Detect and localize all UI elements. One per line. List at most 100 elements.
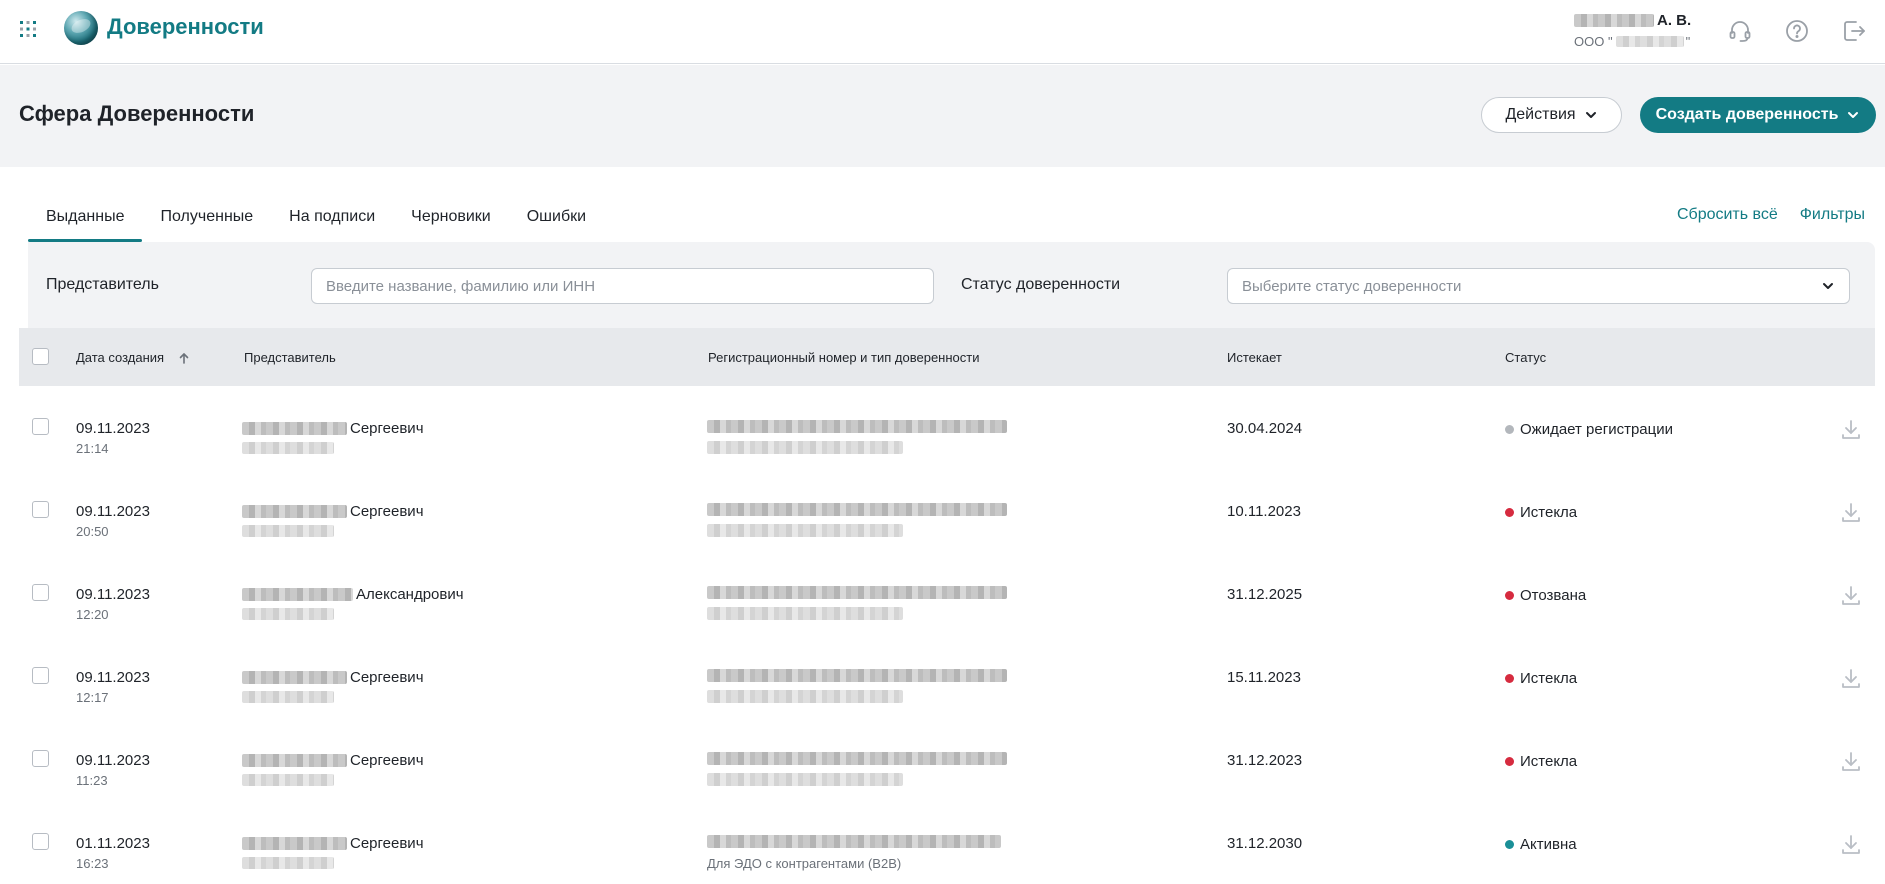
reg-type: Для ЭДО с контрагентами (B2B) bbox=[707, 856, 902, 871]
representative-inn-redacted bbox=[242, 525, 334, 537]
chevron-down-icon bbox=[1584, 108, 1598, 122]
created-time: 21:14 bbox=[76, 441, 109, 456]
download-icon[interactable] bbox=[1839, 833, 1863, 857]
status-text: Ожидает регистрации bbox=[1520, 421, 1673, 438]
download-icon[interactable] bbox=[1839, 667, 1863, 691]
column-created-label: Дата создания bbox=[76, 350, 165, 365]
status-select[interactable]: Выберите статус доверенности bbox=[1227, 268, 1850, 304]
download-icon[interactable] bbox=[1839, 501, 1863, 525]
filter-links: Сбросить всё Фильтры bbox=[1677, 206, 1865, 224]
actions-dropdown-button[interactable]: Действия bbox=[1481, 97, 1622, 133]
status-dot bbox=[1505, 508, 1514, 517]
representative-inn-redacted bbox=[242, 857, 334, 869]
representative-patronymic: Сергеевич bbox=[350, 669, 424, 686]
row-checkbox[interactable] bbox=[32, 584, 49, 601]
row-checkbox[interactable] bbox=[32, 667, 49, 684]
representative-inn-redacted bbox=[242, 691, 334, 703]
row-checkbox[interactable] bbox=[32, 501, 49, 518]
representative-patronymic: Сергеевич bbox=[350, 752, 424, 769]
representative-inn-redacted bbox=[242, 608, 334, 620]
tab-0[interactable]: Выданные bbox=[28, 192, 143, 242]
expires-date: 15.11.2023 bbox=[1227, 669, 1301, 686]
status-text: Активна bbox=[1520, 836, 1577, 853]
status-dot bbox=[1505, 757, 1514, 766]
representative-name-redacted bbox=[242, 837, 347, 850]
representative-patronymic: Александрович bbox=[356, 586, 464, 603]
column-status: Статус bbox=[1505, 350, 1547, 365]
representative-name: Сергеевич bbox=[242, 420, 424, 437]
status-badge: Активна bbox=[1505, 836, 1577, 853]
expires-date: 31.12.2025 bbox=[1227, 586, 1303, 603]
status-badge: Ожидает регистрации bbox=[1505, 421, 1673, 438]
table-row[interactable]: 09.11.2023 12:20 Александрович 31.12.202… bbox=[19, 552, 1875, 635]
table-row[interactable]: 09.11.2023 11:23 Сергеевич 31.12.2023 Ис… bbox=[19, 718, 1875, 801]
status-text: Истекла bbox=[1520, 670, 1578, 687]
select-all-checkbox[interactable] bbox=[32, 348, 49, 365]
download-icon[interactable] bbox=[1839, 584, 1863, 608]
reg-type-redacted bbox=[707, 690, 903, 703]
expires-date: 31.12.2023 bbox=[1227, 752, 1303, 769]
row-checkbox[interactable] bbox=[32, 418, 49, 435]
org-name-redacted bbox=[1615, 35, 1684, 47]
user-profile[interactable]: А. В. ООО " " bbox=[1574, 10, 1694, 52]
representative-name-redacted bbox=[242, 588, 353, 601]
actions-label: Действия bbox=[1505, 106, 1576, 123]
status-dot bbox=[1505, 591, 1514, 600]
download-icon[interactable] bbox=[1839, 418, 1863, 442]
headset-icon[interactable] bbox=[1727, 18, 1753, 44]
reset-all-link[interactable]: Сбросить всё bbox=[1677, 206, 1778, 224]
status-badge: Истекла bbox=[1505, 504, 1577, 521]
logout-icon[interactable] bbox=[1841, 18, 1867, 44]
app-title[interactable]: Доверенности bbox=[107, 14, 264, 40]
reg-type-redacted bbox=[707, 773, 903, 786]
column-representative: Представитель bbox=[244, 350, 336, 365]
tab-3[interactable]: Черновики bbox=[393, 192, 509, 240]
top-bar: Доверенности А. В. ООО " " bbox=[0, 0, 1885, 64]
tabs: Выданные Полученные На подписи Черновики Оши… bbox=[28, 192, 604, 242]
chevron-down-icon bbox=[1821, 279, 1835, 293]
row-checkbox[interactable] bbox=[32, 750, 49, 767]
row-checkbox[interactable] bbox=[32, 833, 49, 850]
table-row[interactable]: 09.11.2023 20:50 Сергеевич 10.11.2023 Ис… bbox=[19, 469, 1875, 552]
created-date: 09.11.2023 bbox=[76, 669, 150, 686]
status-dot bbox=[1505, 425, 1514, 434]
created-time: 12:20 bbox=[76, 607, 109, 622]
reg-number-redacted bbox=[707, 752, 1007, 765]
table-row[interactable]: 09.11.2023 12:17 Сергеевич 15.11.2023 Ис… bbox=[19, 635, 1875, 718]
status-dot bbox=[1505, 840, 1514, 849]
reg-number-redacted bbox=[707, 586, 1007, 599]
representative-name-redacted bbox=[242, 505, 347, 518]
download-icon[interactable] bbox=[1839, 750, 1863, 774]
representative-filter-label: Представитель bbox=[46, 276, 159, 293]
column-reg-number: Регистрационный номер и тип доверенности bbox=[708, 350, 980, 365]
expires-date: 30.04.2024 bbox=[1227, 420, 1303, 437]
reg-number-redacted bbox=[707, 420, 1007, 433]
help-circle-icon[interactable] bbox=[1784, 18, 1810, 44]
apps-grid-icon[interactable] bbox=[19, 20, 37, 38]
created-time: 12:17 bbox=[76, 690, 109, 705]
representative-name: Александрович bbox=[242, 586, 464, 603]
representative-inn-redacted bbox=[242, 774, 334, 786]
table-row[interactable]: 01.11.2023 16:23 Сергеевич Для ЭДО с кон… bbox=[19, 801, 1875, 884]
representative-patronymic: Сергеевич bbox=[350, 835, 424, 852]
page-header: Сфера Доверенности Действия Создать дове… bbox=[0, 65, 1885, 167]
filters-link[interactable]: Фильтры bbox=[1800, 206, 1865, 224]
table-row[interactable]: 09.11.2023 21:14 Сергеевич 30.04.2024 Ож… bbox=[19, 386, 1875, 469]
chevron-down-icon bbox=[1846, 108, 1860, 122]
create-power-of-attorney-button[interactable]: Создать доверенность bbox=[1640, 97, 1876, 133]
arrow-up-icon[interactable] bbox=[178, 352, 190, 364]
reg-type-redacted bbox=[707, 524, 903, 537]
tab-2[interactable]: На подписи bbox=[271, 192, 393, 240]
tab-4[interactable]: Ошибки bbox=[509, 192, 604, 240]
column-created[interactable]: Дата создания bbox=[76, 350, 190, 365]
table-body: 09.11.2023 21:14 Сергеевич 30.04.2024 Ож… bbox=[19, 386, 1875, 884]
tab-1[interactable]: Полученные bbox=[142, 192, 271, 240]
representative-search-input[interactable] bbox=[311, 268, 934, 304]
org-prefix: ООО " bbox=[1574, 33, 1613, 49]
column-expires: Истекает bbox=[1227, 350, 1282, 365]
representative-patronymic: Сергеевич bbox=[350, 503, 424, 520]
reg-number-redacted bbox=[707, 503, 1007, 516]
expires-date: 31.12.2030 bbox=[1227, 835, 1303, 852]
representative-name-redacted bbox=[242, 422, 347, 435]
created-date: 09.11.2023 bbox=[76, 503, 150, 520]
